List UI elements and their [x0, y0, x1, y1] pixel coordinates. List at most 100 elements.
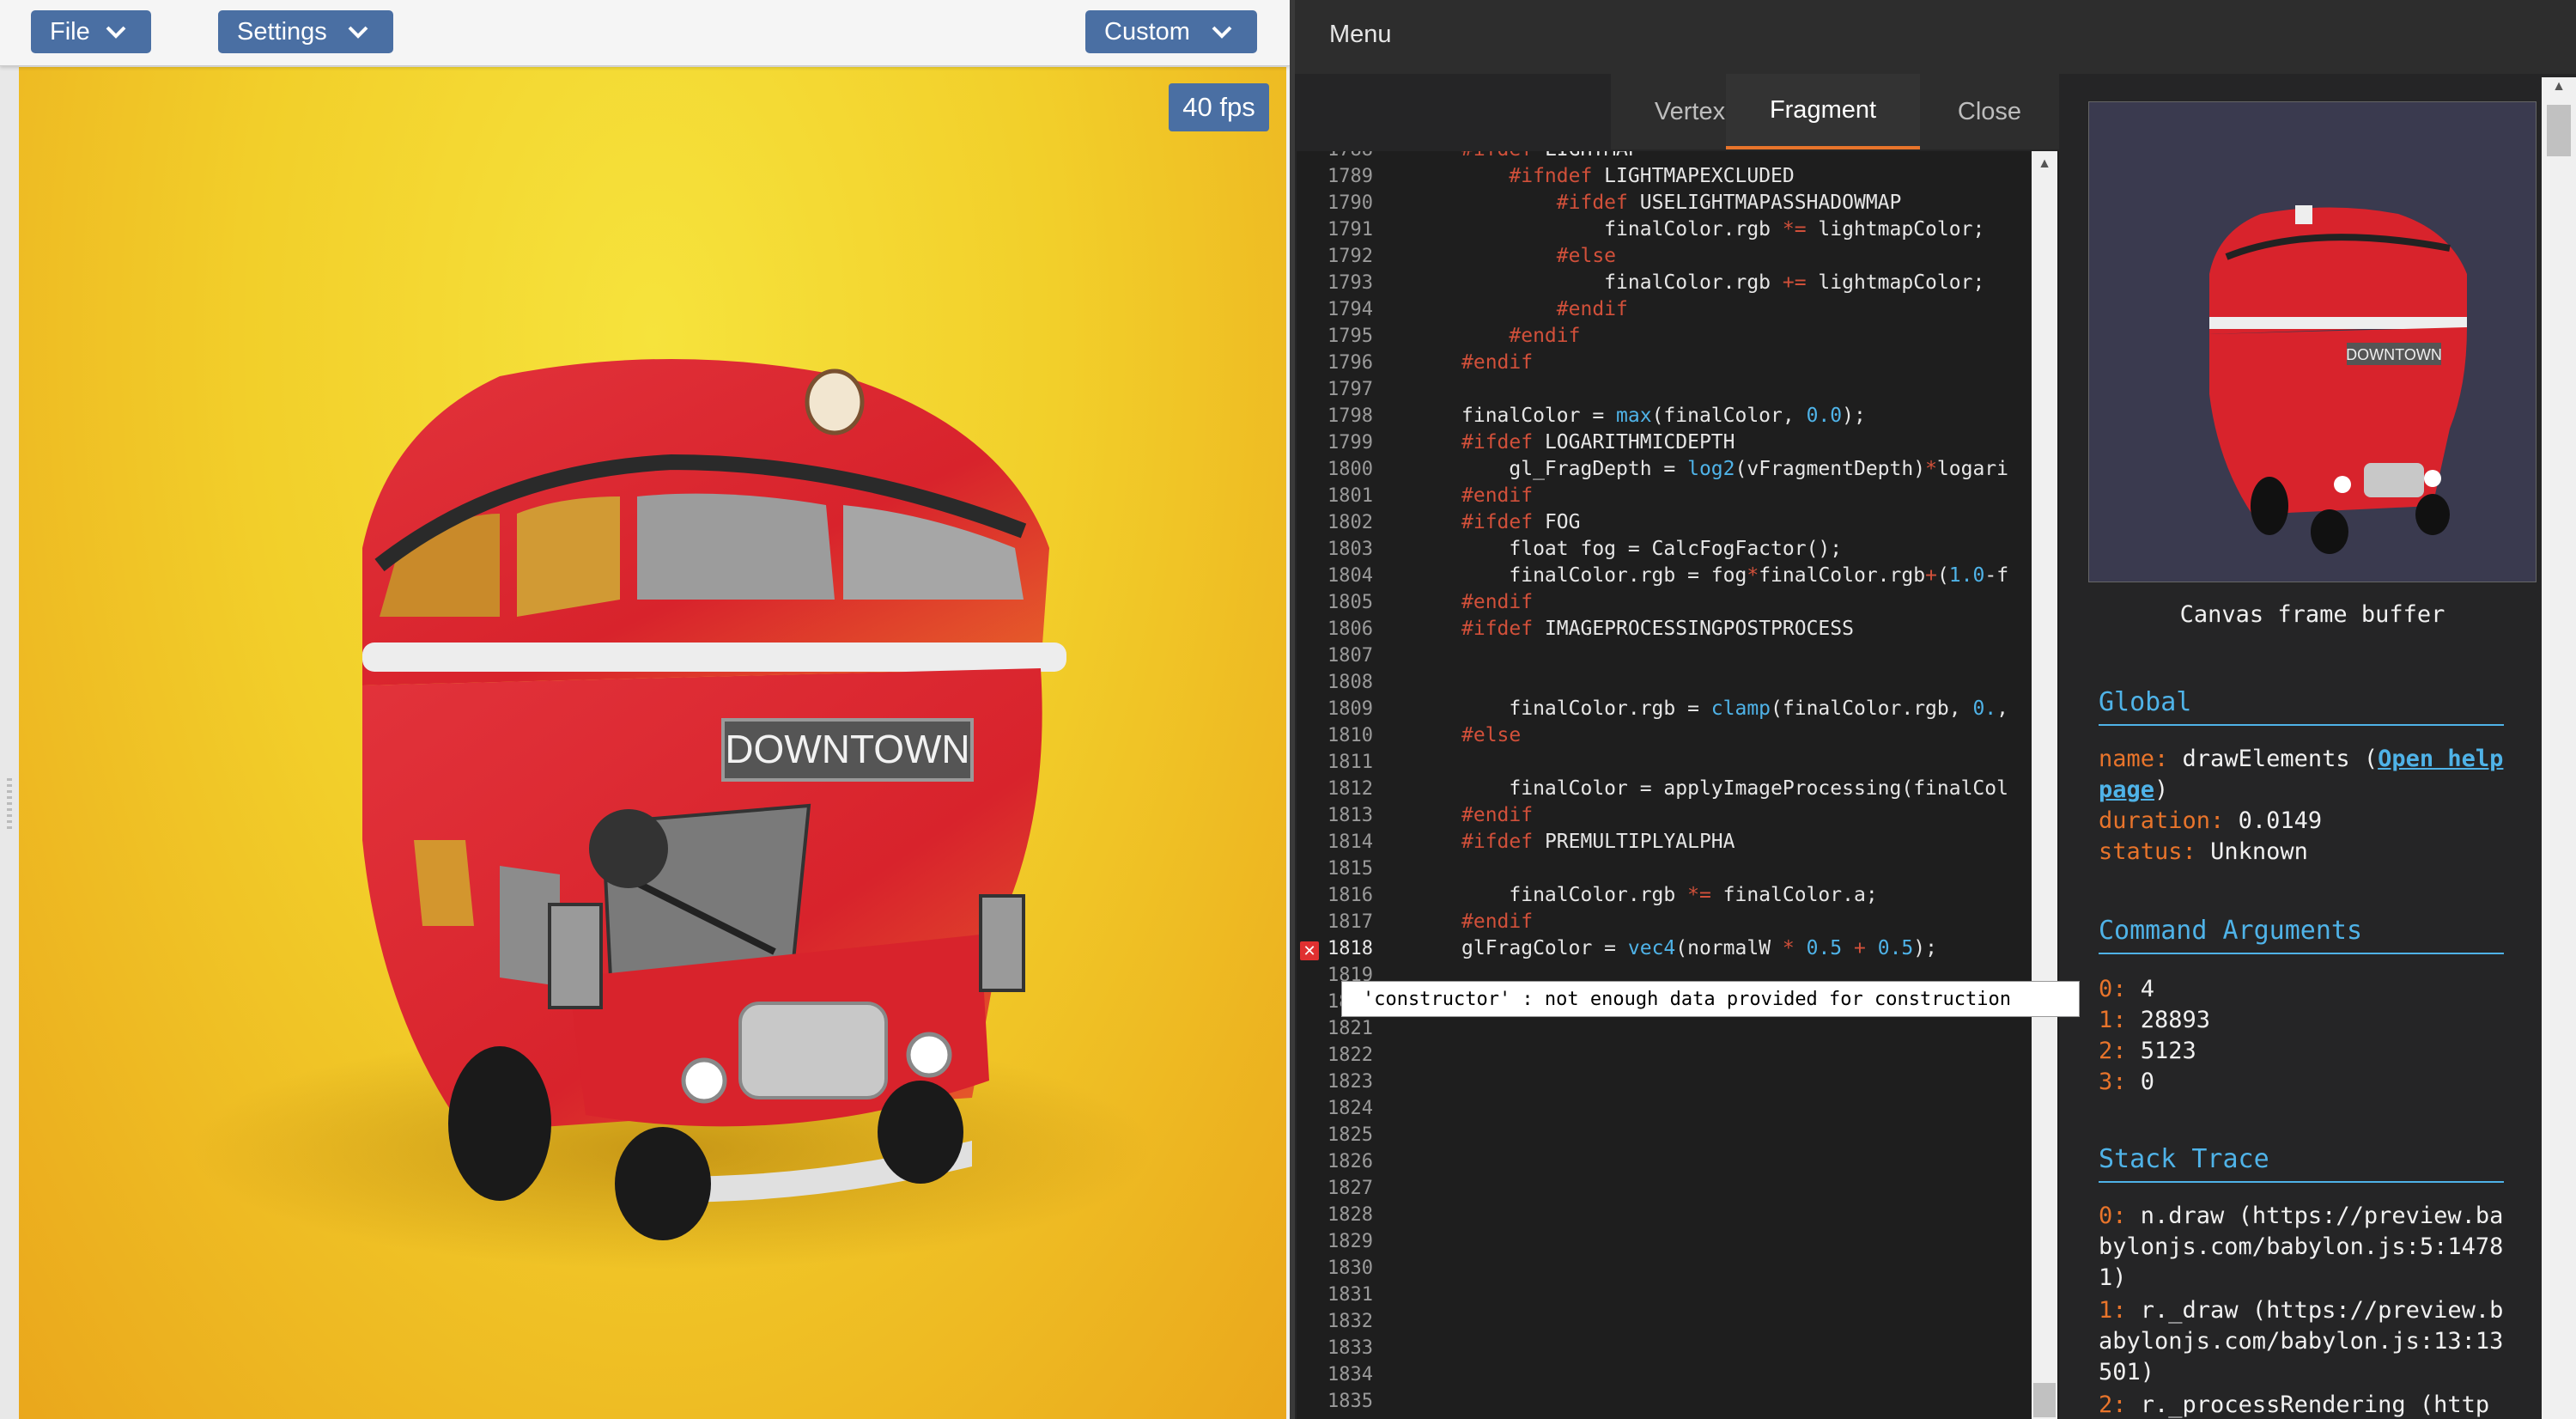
error-tooltip: 'constructor' : not enough data provided…	[1341, 981, 2080, 1017]
code-line: #ifndef LIGHTMAPEXCLUDED	[1509, 165, 1795, 187]
bus-headlight	[681, 1057, 727, 1104]
render-canvas[interactable]: DOWNTOWN	[19, 67, 1286, 1419]
line-number: 1804	[1327, 565, 1373, 587]
line-number: 1835	[1327, 1391, 1373, 1412]
global-section-title: Global	[2099, 687, 2504, 726]
line-gutter: 1788 1789 1790 1791 1792 1793 1794 1795 1796 1797…	[1297, 151, 1400, 1419]
argument-item: 3: 0	[2099, 1067, 2509, 1098]
code-line: #else	[1461, 724, 1522, 746]
code-line: #endif	[1461, 804, 1534, 826]
line-number: 1803	[1327, 539, 1373, 560]
bus-horn	[589, 809, 668, 888]
code-line: finalColor.rgb = clamp(finalColor.rgb, 0…	[1461, 697, 2009, 720]
global-name: name: drawElements (Open help page)	[2099, 744, 2509, 806]
line-number: 1806	[1327, 618, 1373, 640]
line-number: 1825	[1327, 1124, 1373, 1146]
bus-window	[517, 496, 620, 617]
resize-grip-icon[interactable]	[7, 778, 12, 830]
command-arguments-title: Command Arguments	[2099, 916, 2504, 954]
line-number: 1813	[1327, 805, 1373, 826]
duration-value: 0.0149	[2238, 807, 2323, 834]
argument-key: 0:	[2099, 976, 2127, 1002]
bus-thumbnail-image: DOWNTOWN	[2209, 205, 2467, 554]
stack-frame: 0: n.draw (https://preview.babylonjs.com…	[2099, 1201, 2509, 1294]
code-line: finalColor.rgb += lightmapColor;	[1461, 271, 1985, 294]
bus-roof-light	[805, 368, 865, 435]
editor-scrollbar[interactable]	[2032, 151, 2057, 1419]
line-number: 1831	[1327, 1284, 1373, 1306]
line-number: 1812	[1327, 778, 1373, 800]
line-number: 1807	[1327, 645, 1373, 667]
file-dropdown[interactable]: File	[31, 10, 151, 53]
frame-buffer-thumbnail: DOWNTOWN	[2088, 101, 2537, 582]
code-line: finalColor.rgb *= finalColor.a;	[1461, 884, 1878, 906]
argument-item: 2: 5123	[2099, 1036, 2509, 1067]
settings-dropdown[interactable]: Settings	[218, 10, 393, 53]
code-line: #endif	[1461, 484, 1534, 507]
code-line: float fog = CalcFogFactor();	[1461, 538, 1843, 560]
duration-key: duration:	[2099, 807, 2225, 834]
line-number: 1827	[1327, 1178, 1373, 1199]
code-line: #endif	[1509, 325, 1581, 347]
line-number: 1790	[1327, 192, 1373, 214]
line-number: 1799	[1327, 432, 1373, 454]
line-number: 1834	[1327, 1364, 1373, 1386]
line-number: 1830	[1327, 1258, 1373, 1279]
code-line: gl_FragDepth = log2(vFragmentDepth)*loga…	[1461, 458, 2009, 480]
code-line: #endif	[1461, 351, 1534, 374]
viewport-panel: File Settings Custom DOWNTOWN 40 fps	[0, 0, 1290, 1419]
bus-deck-rail	[362, 643, 1066, 672]
bus-scene: DOWNTOWN	[191, 359, 1152, 1270]
line-number: 1810	[1327, 725, 1373, 746]
stack-frame-index: 2:	[2099, 1392, 2127, 1418]
line-number: 1821	[1327, 1018, 1373, 1039]
settings-label: Settings	[237, 17, 327, 46]
argument-item: 0: 4	[2099, 974, 2509, 1005]
line-number: 1832	[1327, 1311, 1373, 1332]
scroll-up-icon[interactable]: ▲	[2035, 156, 2054, 175]
line-number: 1791	[1327, 219, 1373, 241]
argument-key: 2:	[2099, 1038, 2127, 1064]
line-number: 1817	[1327, 911, 1373, 933]
editor-scrollbar-thumb[interactable]	[2033, 1383, 2056, 1417]
bus-wheel	[615, 1127, 711, 1240]
line-number: 1822	[1327, 1044, 1373, 1066]
details-scrollbar-thumb[interactable]	[2547, 105, 2571, 156]
menu-title[interactable]: Menu	[1329, 21, 1392, 49]
scroll-up-icon[interactable]: ▲	[2547, 79, 2571, 101]
line-number: 1798	[1327, 405, 1373, 427]
bus-window	[414, 840, 474, 926]
code-line: finalColor = max(finalColor, 0.0);	[1461, 405, 1866, 427]
code-line: #endif	[1461, 591, 1534, 613]
line-number: 1833	[1327, 1337, 1373, 1359]
line-number: 1814	[1327, 831, 1373, 853]
custom-dropdown[interactable]: Custom	[1085, 10, 1257, 53]
stack-frame-text: r._processRendering (http	[2140, 1392, 2490, 1418]
line-number: 1818	[1327, 938, 1373, 959]
line-number: 1801	[1327, 485, 1373, 507]
status-value: Unknown	[2210, 838, 2308, 865]
menu-bar: Menu	[1295, 0, 2576, 74]
error-marker-icon[interactable]: ✕	[1300, 941, 1319, 960]
line-number: 1788	[1327, 151, 1396, 161]
argument-item: 1: 28893	[2099, 1005, 2509, 1036]
code-line: #else	[1556, 245, 1617, 267]
tab-close[interactable]: Close	[1920, 74, 2059, 149]
line-number: 1816	[1327, 885, 1373, 906]
details-scrollbar[interactable]	[2542, 77, 2576, 1419]
resize-strip[interactable]	[0, 65, 19, 1419]
tab-fragment[interactable]: Fragment	[1726, 74, 1920, 149]
argument-key: 3:	[2099, 1069, 2127, 1095]
line-number: 1800	[1327, 459, 1373, 480]
line-number: 1789	[1327, 166, 1373, 187]
stack-frame-text: r._draw (https://preview.babylonjs.com/b…	[2099, 1297, 2504, 1386]
line-number: 1815	[1327, 858, 1373, 880]
code-line: finalColor.rgb *= lightmapColor;	[1461, 218, 1985, 241]
file-label: File	[50, 17, 90, 46]
line-number: 1808	[1327, 672, 1373, 693]
line-number: 1823	[1327, 1071, 1373, 1093]
code-line: #endif	[1556, 298, 1628, 320]
stack-frame-text: n.draw (https://preview.babylonjs.com/ba…	[2099, 1203, 2504, 1291]
argument-value: 4	[2140, 976, 2155, 1002]
name-value: drawElements (	[2182, 746, 2379, 772]
